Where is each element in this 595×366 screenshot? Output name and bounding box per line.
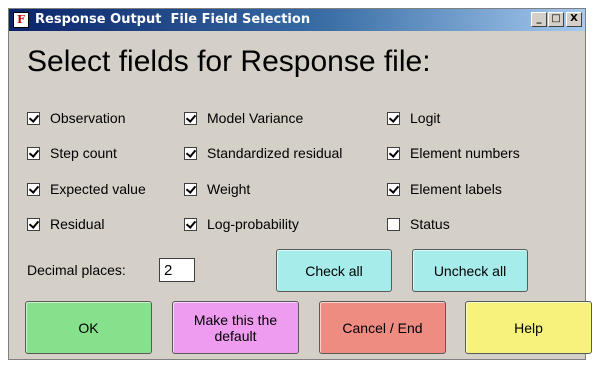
checkbox-label: Log-probability: [207, 216, 299, 232]
make-default-button[interactable]: Make this the default: [172, 301, 299, 354]
checkbox-step-count[interactable]: Step count: [27, 144, 117, 162]
checkbox-label: Element labels: [410, 181, 502, 197]
help-button[interactable]: Help: [465, 301, 592, 354]
checkbox-label: Logit: [410, 110, 441, 126]
checkbox-weight[interactable]: Weight: [184, 180, 250, 198]
checkbox-expected-value[interactable]: Expected value: [27, 180, 146, 198]
checkbox-element-numbers[interactable]: Element numbers: [387, 144, 520, 162]
check-all-button[interactable]: Check all: [276, 249, 392, 292]
checkbox-element-labels[interactable]: Element labels: [387, 180, 502, 198]
uncheck-all-button[interactable]: Uncheck all: [412, 249, 528, 292]
checkbox-box[interactable]: [184, 146, 197, 160]
checkbox-box[interactable]: [27, 111, 40, 125]
checkbox-model-variance[interactable]: Model Variance: [184, 109, 303, 127]
minimize-button[interactable]: _: [531, 12, 547, 27]
checkbox-label: Residual: [50, 216, 105, 232]
checkbox-residual[interactable]: Residual: [27, 215, 104, 233]
checkbox-label: Weight: [207, 181, 251, 197]
checkbox-box[interactable]: [387, 111, 400, 125]
dialog-heading: Select fields for Response file:: [27, 45, 431, 78]
checkbox-logit[interactable]: Logit: [387, 109, 440, 127]
close-button[interactable]: X: [566, 12, 582, 27]
maximize-button[interactable]: □: [548, 12, 564, 27]
decimal-places-label: Decimal places:: [27, 262, 126, 278]
checkbox-box[interactable]: [184, 182, 197, 196]
decimal-places-input[interactable]: [159, 258, 195, 282]
checkbox-label: Model Variance: [207, 110, 304, 126]
cancel-end-button[interactable]: Cancel / End: [319, 301, 446, 354]
checkbox-box[interactable]: [184, 217, 197, 231]
checkbox-box[interactable]: [27, 182, 40, 196]
checkbox-box[interactable]: [27, 217, 40, 231]
checkbox-box[interactable]: [387, 146, 400, 160]
checkbox-label: Status: [410, 216, 450, 232]
checkbox-status[interactable]: Status: [387, 215, 450, 233]
checkbox-label: Expected value: [50, 181, 146, 197]
checkbox-box[interactable]: [387, 182, 400, 196]
checkbox-label: Element numbers: [410, 145, 520, 161]
checkbox-box[interactable]: [387, 217, 400, 231]
checkbox-box[interactable]: [184, 111, 197, 125]
checkbox-label: Step count: [50, 145, 117, 161]
dialog-window: F Response Output File Field Selection _…: [8, 8, 592, 360]
checkbox-label: Standardized residual: [207, 145, 343, 161]
ok-button[interactable]: OK: [25, 301, 152, 354]
title-bar[interactable]: F Response Output File Field Selection _…: [9, 9, 585, 31]
checkbox-log-probability[interactable]: Log-probability: [184, 215, 299, 233]
app-icon: F: [13, 12, 29, 28]
checkbox-label: Observation: [50, 110, 126, 126]
checkbox-observation[interactable]: Observation: [27, 109, 125, 127]
checkbox-standardized-residual[interactable]: Standardized residual: [184, 144, 342, 162]
window-title: Response Output File Field Selection: [35, 12, 311, 27]
checkbox-box[interactable]: [27, 146, 40, 160]
